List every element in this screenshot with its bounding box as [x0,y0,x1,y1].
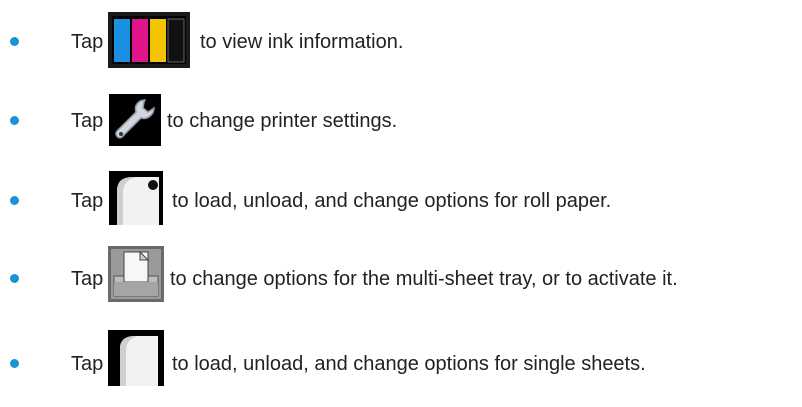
roll-paper-icon [109,171,163,230]
multi-sheet-tray-icon [108,246,164,307]
tap-label: Tap [71,268,104,290]
single-sheet-description: to load, unload, and change options for … [172,353,646,375]
list-item-single-sheet: Tap to load, unload, and change options … [0,328,802,386]
bullet [10,196,19,205]
multi-sheet-tray-description: to change options for the multi-sheet tr… [170,268,678,290]
tap-label: Tap [71,353,104,375]
list-item-ink: Tap to view ink information. [0,12,802,68]
single-sheet-icon [108,330,164,391]
tap-label: Tap [71,190,104,212]
bullet [10,274,19,283]
wrench-icon [109,94,161,151]
roll-paper-description: to load, unload, and change options for … [172,190,612,212]
bullet [10,359,19,368]
bullet [10,116,19,125]
tap-label: Tap [71,31,104,53]
bullet [10,37,19,46]
ink-description: to view ink information. [200,31,404,53]
tap-label: Tap [71,110,104,132]
settings-description: to change printer settings. [167,110,398,132]
ink-cartridges-icon [108,12,190,73]
list-item-roll-paper: Tap to load, unload, and change options … [0,168,802,225]
list-item-multi-sheet-tray: Tap to change options for the multi-shee… [0,246,802,302]
list-item-settings: Tap to change printer settings. [0,92,802,148]
